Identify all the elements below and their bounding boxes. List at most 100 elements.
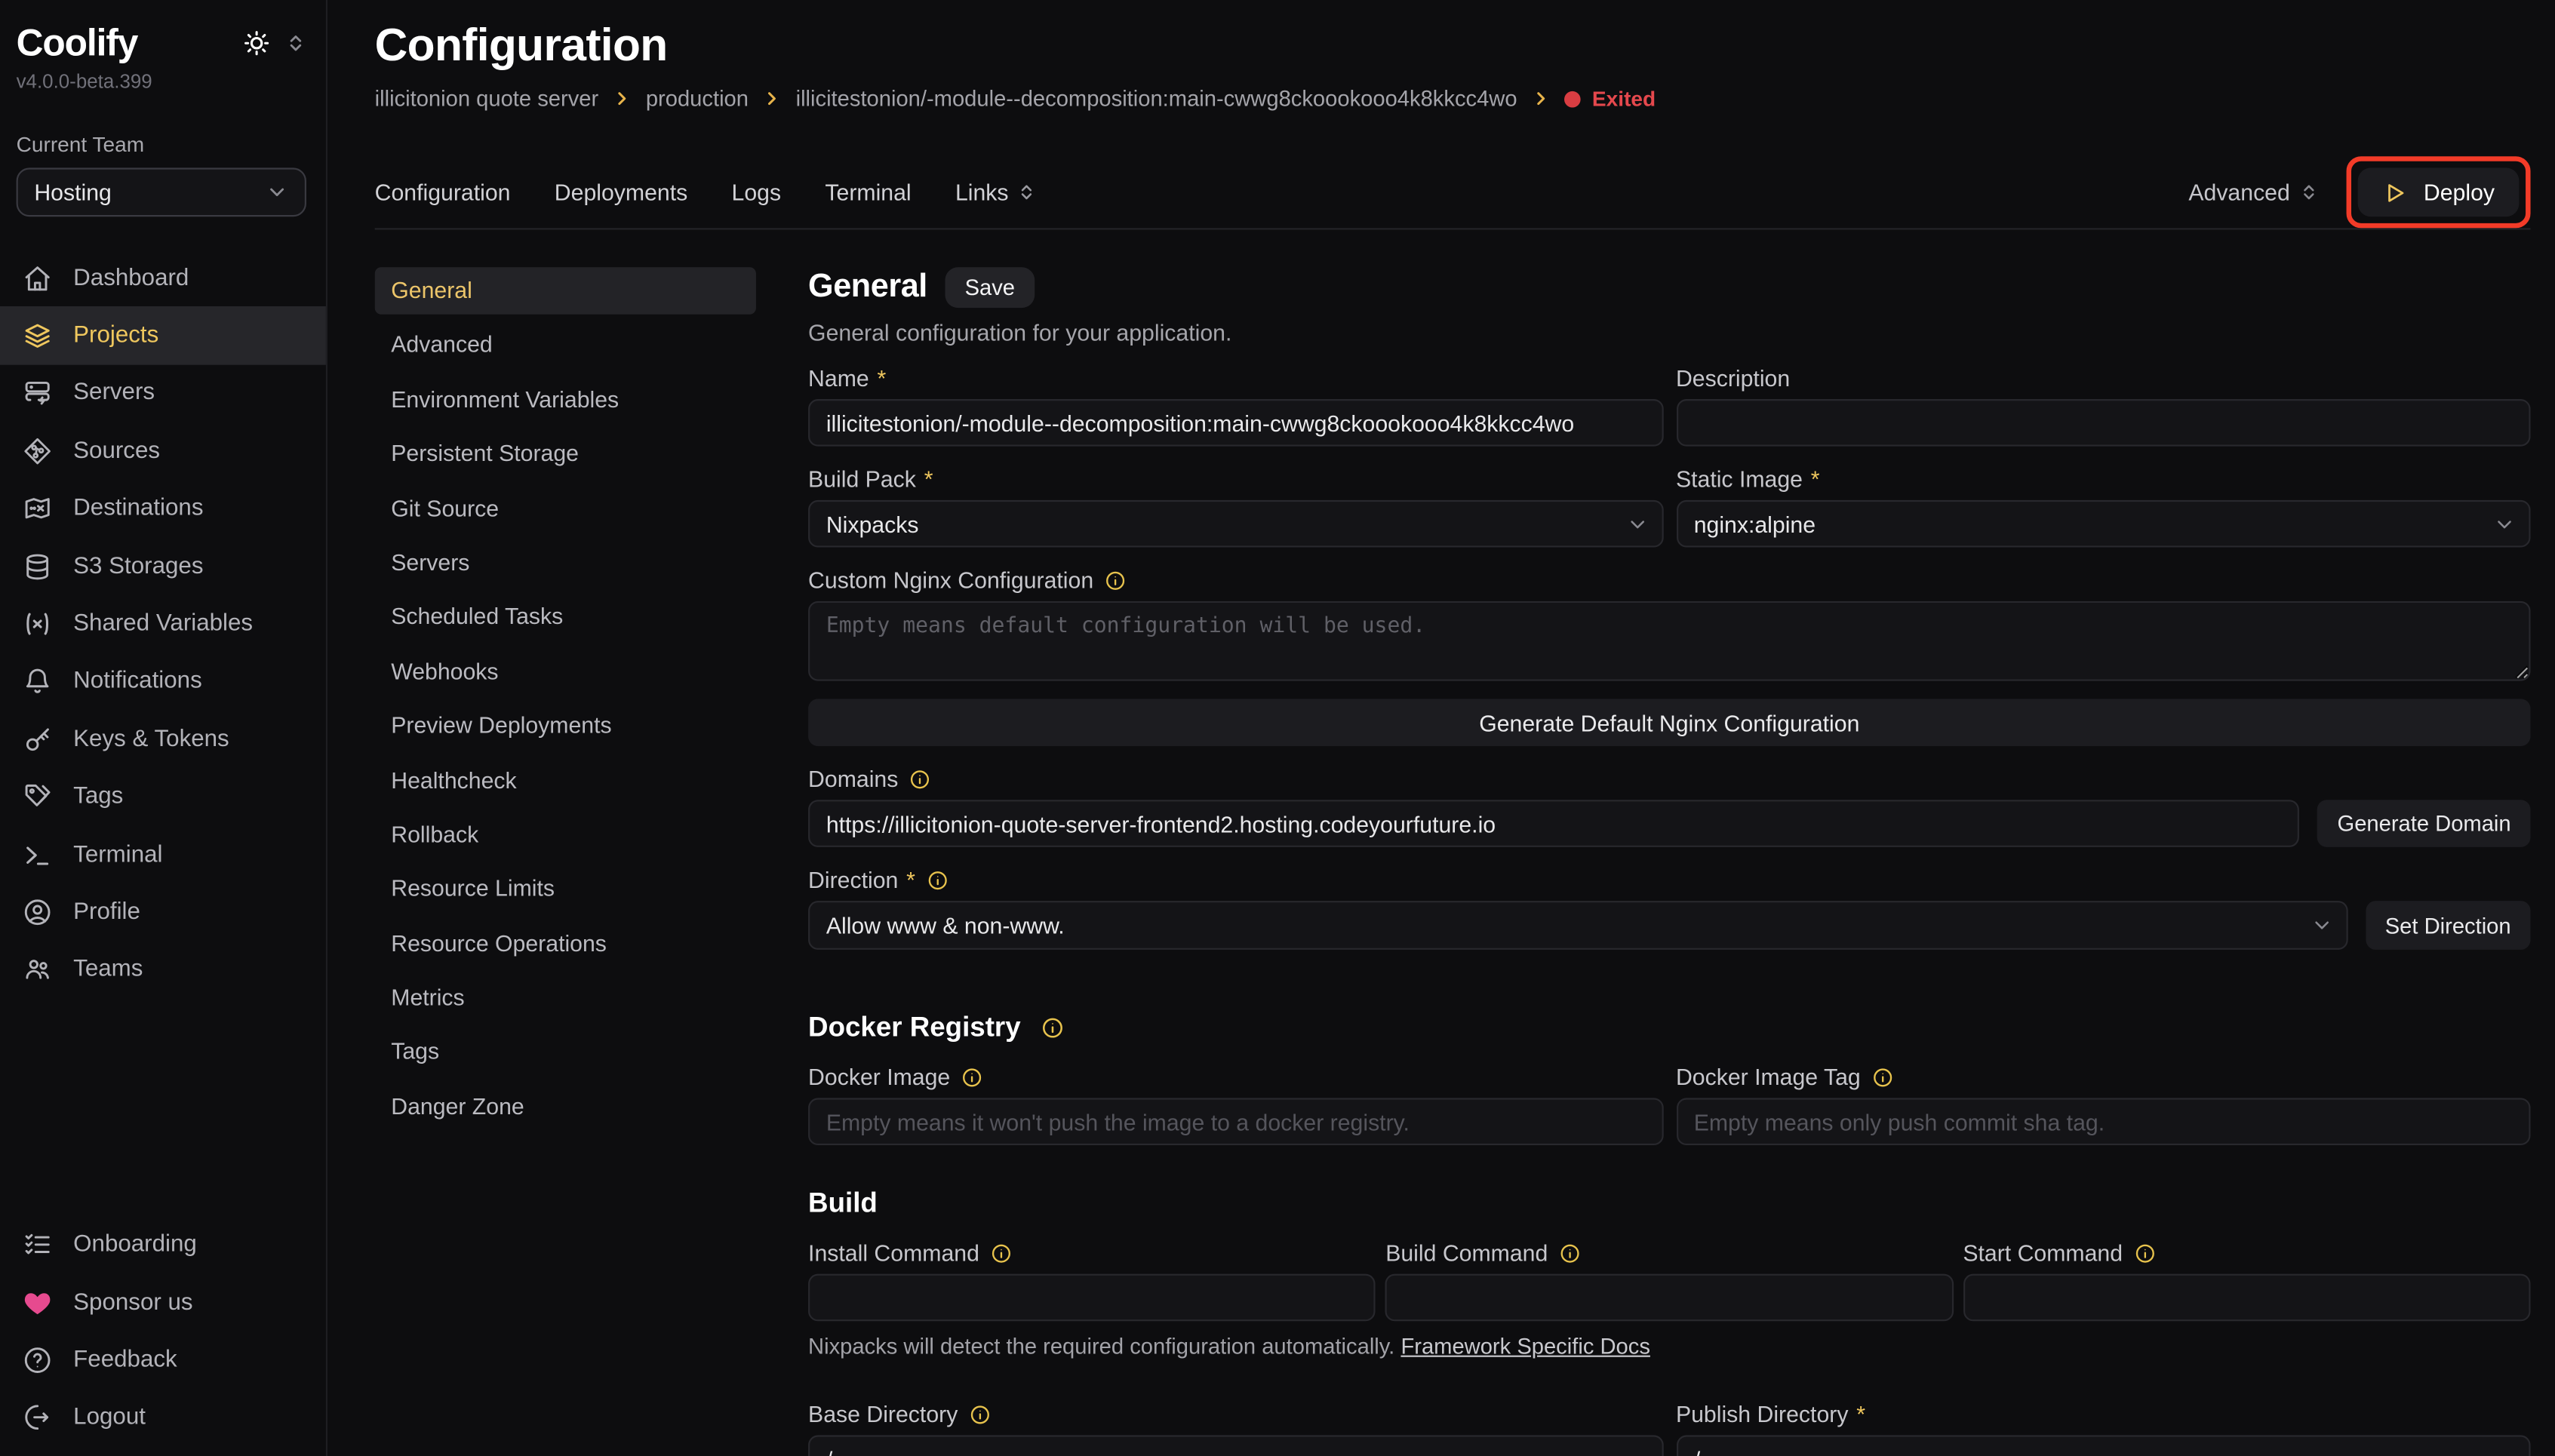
bell-icon xyxy=(23,667,52,696)
framework-docs-link[interactable]: Framework Specific Docs xyxy=(1400,1335,1650,1359)
description-label: Description xyxy=(1676,365,1790,392)
tab-logs[interactable]: Logs xyxy=(732,180,782,206)
sidebar-item-label: Teams xyxy=(73,957,143,983)
submenu-item-resource-limits[interactable]: Resource Limits xyxy=(375,865,756,913)
sidebar-item-s3-storages[interactable]: S3 Storages xyxy=(0,538,326,595)
submenu-item-resource-operations[interactable]: Resource Operations xyxy=(375,920,756,967)
play-icon xyxy=(2383,180,2407,204)
team-select[interactable]: Hosting xyxy=(17,167,306,217)
user-icon xyxy=(23,898,52,927)
tab-terminal[interactable]: Terminal xyxy=(825,180,911,206)
sidebar-item-tags[interactable]: Tags xyxy=(0,768,326,825)
deploy-annotation-box: Deploy xyxy=(2347,156,2530,228)
sidebar-item-label: Sources xyxy=(73,438,160,465)
map-icon xyxy=(23,494,52,524)
submenu-item-general[interactable]: General xyxy=(375,267,756,315)
info-icon xyxy=(1559,1243,1580,1264)
static-image-select[interactable] xyxy=(1676,500,2531,548)
help-icon xyxy=(23,1345,52,1375)
docker-image-label: Docker Image xyxy=(808,1064,950,1090)
section-title-build: Build xyxy=(808,1187,878,1220)
sidebar-collapse-icon[interactable] xyxy=(285,32,306,54)
info-icon xyxy=(927,869,948,890)
sidebar-item-sources[interactable]: Sources xyxy=(0,422,326,480)
sidebar-item-projects[interactable]: Projects xyxy=(0,307,326,364)
docker-image-tag-input[interactable] xyxy=(1676,1098,2531,1145)
key-icon xyxy=(23,725,52,754)
breadcrumb-environment[interactable]: production xyxy=(646,86,749,110)
section-subtitle: General configuration for your applicati… xyxy=(808,319,2530,346)
publish-directory-input[interactable] xyxy=(1676,1435,2531,1456)
tab-links[interactable]: Links xyxy=(955,180,1036,206)
tabbar: Configuration Deployments Logs Terminal … xyxy=(375,160,2531,225)
base-directory-input[interactable] xyxy=(808,1435,1663,1456)
chevron-updown-icon xyxy=(2300,183,2320,202)
logout-icon xyxy=(23,1403,52,1433)
sidebar-item-teams[interactable]: Teams xyxy=(0,941,326,998)
name-input[interactable] xyxy=(808,399,1663,447)
sidebar-item-destinations[interactable]: Destinations xyxy=(0,480,326,537)
submenu-item-scheduled-tasks[interactable]: Scheduled Tasks xyxy=(375,594,756,641)
submenu-item-danger-zone[interactable]: Danger Zone xyxy=(375,1083,756,1131)
direction-select[interactable] xyxy=(808,901,2347,950)
sidebar-item-keys-tokens[interactable]: Keys & Tokens xyxy=(0,711,326,768)
docker-image-input[interactable] xyxy=(808,1098,1663,1145)
submenu-item-git-source[interactable]: Git Source xyxy=(375,485,756,533)
chevron-right-icon xyxy=(763,90,781,108)
submenu-item-rollback[interactable]: Rollback xyxy=(375,811,756,859)
content: General Advanced Environment Variables P… xyxy=(375,267,2531,1456)
current-team-label: Current Team xyxy=(17,132,310,156)
sidebar-item-terminal[interactable]: Terminal xyxy=(0,826,326,883)
theme-sun-icon[interactable] xyxy=(243,29,271,57)
sidebar-item-feedback[interactable]: Feedback xyxy=(0,1332,326,1389)
chevron-right-icon xyxy=(613,90,632,108)
save-button[interactable]: Save xyxy=(945,267,1035,308)
submenu-item-persistent-storage[interactable]: Persistent Storage xyxy=(375,430,756,478)
sidebar-item-dashboard[interactable]: Dashboard xyxy=(0,249,326,306)
build-command-input[interactable] xyxy=(1385,1274,1953,1322)
sidebar-item-profile[interactable]: Profile xyxy=(0,883,326,941)
submenu-item-servers[interactable]: Servers xyxy=(375,539,756,587)
build-pack-select[interactable] xyxy=(808,500,1663,548)
set-direction-button[interactable]: Set Direction xyxy=(2366,901,2531,950)
build-command-label: Build Command xyxy=(1385,1239,1548,1266)
tab-deployments[interactable]: Deployments xyxy=(555,180,687,206)
tab-configuration[interactable]: Configuration xyxy=(375,180,511,206)
breadcrumb-project[interactable]: illicitonion quote server xyxy=(375,86,599,110)
submenu-item-environment-variables[interactable]: Environment Variables xyxy=(375,376,756,423)
sidebar-item-shared-variables[interactable]: Shared Variables xyxy=(0,595,326,653)
variables-icon xyxy=(23,610,52,639)
sidebar-item-notifications[interactable]: Notifications xyxy=(0,653,326,710)
start-command-input[interactable] xyxy=(1963,1274,2530,1322)
database-icon xyxy=(23,551,52,581)
sidebar-item-sponsor-us[interactable]: Sponsor us xyxy=(0,1273,326,1331)
nginx-config-textarea[interactable] xyxy=(808,601,2530,681)
description-input[interactable] xyxy=(1676,399,2531,447)
sidebar-footer: Onboarding Sponsor us Feedback Logout xyxy=(0,1216,326,1456)
tab-label: Links xyxy=(955,180,1009,206)
status-text: Exited xyxy=(1592,86,1656,110)
domains-input[interactable] xyxy=(808,800,2300,847)
direction-label: Direction xyxy=(808,867,898,893)
sidebar-item-label: Projects xyxy=(73,323,158,349)
tab-label: Configuration xyxy=(375,180,511,206)
sidebar-item-logout[interactable]: Logout xyxy=(0,1389,326,1446)
sidebar-item-onboarding[interactable]: Onboarding xyxy=(0,1216,326,1273)
sidebar-item-servers[interactable]: Servers xyxy=(0,364,326,422)
submenu-item-preview-deployments[interactable]: Preview Deployments xyxy=(375,702,756,750)
submenu-item-tags[interactable]: Tags xyxy=(375,1029,756,1077)
sidebar-item-label: Dashboard xyxy=(73,265,189,291)
submenu-item-webhooks[interactable]: Webhooks xyxy=(375,648,756,696)
breadcrumb: illicitonion quote server production ill… xyxy=(375,86,2531,110)
deploy-button[interactable]: Deploy xyxy=(2359,167,2520,217)
submenu-item-metrics[interactable]: Metrics xyxy=(375,974,756,1021)
submenu-item-healthcheck[interactable]: Healthcheck xyxy=(375,757,756,804)
install-command-input[interactable] xyxy=(808,1274,1376,1322)
breadcrumb-application[interactable]: illicitestonion/-module--decomposition:m… xyxy=(796,86,1517,110)
submenu-item-advanced[interactable]: Advanced xyxy=(375,321,756,369)
generate-domain-button[interactable]: Generate Domain xyxy=(2318,800,2531,847)
info-icon xyxy=(991,1243,1012,1264)
generate-nginx-button[interactable]: Generate Default Nginx Configuration xyxy=(808,699,2530,746)
divider xyxy=(375,228,2531,229)
advanced-dropdown[interactable]: Advanced xyxy=(2188,180,2319,206)
